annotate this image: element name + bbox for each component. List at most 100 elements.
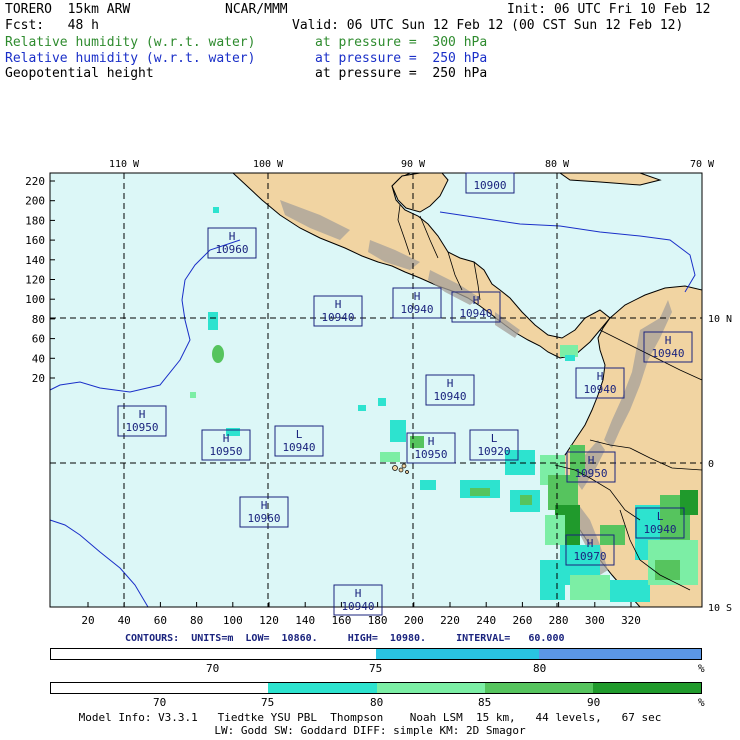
model-info-line1: Model Info: V3.3.1 Tiedtke YSU PBL Thomp…: [78, 711, 662, 724]
center-type: H: [447, 377, 454, 390]
contour-info: CONTOURS: UNITS=m LOW= 10860. HIGH= 1098…: [125, 633, 565, 644]
y-tick-label: 60: [32, 333, 45, 346]
lat-label: 10 N: [708, 314, 732, 325]
colorbar-label: 75: [369, 662, 383, 675]
field-1-level: at pressure = 300 hPa: [315, 35, 488, 50]
colorbar-label: 85: [478, 696, 492, 709]
center-type: H: [428, 435, 435, 448]
y-tick-label: 160: [25, 234, 45, 247]
x-tick-label: 160: [331, 614, 351, 627]
center-value: 10940: [282, 441, 315, 454]
center-value: 10950: [209, 445, 242, 458]
lon-label: 110 W: [109, 159, 140, 170]
x-tick-label: 320: [621, 614, 641, 627]
right-lat-labels: 10 N 0 10 S: [708, 314, 732, 614]
colorbar-label: 80: [370, 696, 384, 709]
lat-label: 0: [708, 459, 714, 470]
colorbar-rh250: [50, 648, 702, 660]
y-tick-label: 180: [25, 214, 45, 227]
x-tick-label: 260: [512, 614, 532, 627]
colorbar-label: 90: [587, 696, 601, 709]
center-type: H: [588, 454, 595, 467]
center-value: 10940: [651, 347, 684, 360]
lon-label: 70 W: [690, 159, 715, 170]
colorbar-seg: [539, 649, 701, 659]
center-value: 10940: [400, 303, 433, 316]
center-value: 10940: [583, 383, 616, 396]
x-tick-label: 180: [368, 614, 388, 627]
center-value: 10950: [414, 448, 447, 461]
colorbar-seg: [51, 683, 161, 693]
colorbar-label: 70: [206, 662, 220, 675]
center-type: H: [473, 294, 480, 307]
center-value: 10940: [643, 523, 676, 536]
lon-label: 100 W: [253, 159, 284, 170]
y-tick-label: 200: [25, 195, 45, 208]
center-value: 10950: [125, 421, 158, 434]
center-value: 10960: [215, 243, 248, 256]
init-time: Init: 06 UTC Fri 10 Feb 12: [507, 2, 711, 17]
model-info-line2: LW: Godd SW: Goddard DIFF: simple KM: 2D…: [214, 724, 526, 737]
colorbar-seg: [51, 649, 377, 659]
field-3-name: Geopotential height: [5, 66, 154, 81]
x-tick-label: 80: [190, 614, 203, 627]
field-3-level: at pressure = 250 hPa: [315, 66, 488, 81]
lon-label: 80 W: [545, 159, 570, 170]
x-tick-label: 40: [118, 614, 131, 627]
lon-label: 90 W: [401, 159, 426, 170]
y-tick-label: 140: [25, 254, 45, 267]
center-value: 10920: [477, 445, 510, 458]
colorbar-seg: [160, 683, 269, 693]
colorbar-label: %: [698, 662, 705, 675]
colorbar-seg: [268, 683, 377, 693]
x-tick-label: 120: [259, 614, 279, 627]
colorbar-label: %: [698, 696, 705, 709]
colorbar-label: 80: [533, 662, 547, 675]
forecast-hour: Fcst: 48 h: [5, 18, 99, 33]
center-value: 10950: [574, 467, 607, 480]
model-title: TORERO 15km ARW: [5, 2, 131, 17]
field-2-name: Relative humidity (w.r.t. water): [5, 51, 256, 66]
center-value: 10970: [573, 550, 606, 563]
center-type: H: [597, 370, 604, 383]
y-tick-label: 220: [25, 175, 45, 188]
x-tick-label: 140: [295, 614, 315, 627]
colorbar-rh300: [50, 682, 702, 694]
colorbar-seg: [593, 683, 701, 693]
center-type: H: [665, 334, 672, 347]
colorbar-seg: [376, 649, 539, 659]
center-value: 10940: [341, 600, 374, 613]
x-tick-label: 200: [404, 614, 424, 627]
y-tick-label: 80: [32, 313, 45, 326]
center-value: 10900: [473, 179, 506, 192]
center-type: H: [335, 298, 342, 311]
field-2-level: at pressure = 250 hPa: [315, 51, 488, 66]
center-label: NCAR/MMM: [225, 2, 288, 17]
center-type: H: [229, 230, 236, 243]
center-value: 10960: [247, 512, 280, 525]
center-type: H: [587, 537, 594, 550]
center-type: L: [296, 428, 303, 441]
center-value: 10940: [433, 390, 466, 403]
center-type: H: [261, 499, 268, 512]
x-tick-label: 20: [81, 614, 94, 627]
y-tick-label: 20: [32, 372, 45, 385]
x-tick-label: 280: [549, 614, 569, 627]
x-tick-label: 100: [223, 614, 243, 627]
x-tick-label: 60: [154, 614, 167, 627]
weather-map: 110 W 100 W 90 W 80 W 70 W 10 N 0 10 S 2…: [25, 159, 732, 627]
colorbar-seg: [377, 683, 485, 693]
top-lon-labels: 110 W 100 W 90 W 80 W 70 W: [109, 159, 715, 170]
x-tick-label: 300: [585, 614, 605, 627]
center-type: H: [355, 587, 362, 600]
colorbar-label: 70: [153, 696, 167, 709]
center-type: L: [491, 432, 498, 445]
colorbar-seg: [485, 683, 593, 693]
lat-label: 10 S: [708, 603, 732, 614]
center-type: L: [657, 510, 664, 523]
center-type: H: [223, 432, 230, 445]
y-tick-label: 120: [25, 274, 45, 287]
center-value: 10940: [321, 311, 354, 324]
center-type: H: [414, 290, 421, 303]
x-tick-label: 220: [440, 614, 460, 627]
